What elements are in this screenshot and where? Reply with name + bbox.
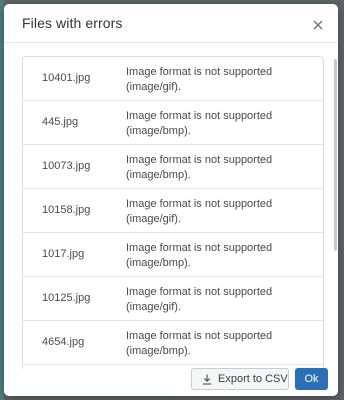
error-row: 10158.jpg Image format is not supported …: [23, 189, 323, 233]
error-row: 4654.jpg Image format is not supported (…: [23, 321, 323, 365]
error-row: 445.jpg Image format is not supported (i…: [23, 101, 323, 145]
list-scrollbar[interactable]: [334, 59, 337, 251]
error-row: 1017.jpg Image format is not supported (…: [23, 233, 323, 277]
error-row: 10125.jpg Image format is not supported …: [23, 277, 323, 321]
error-message: Image format is not supported (image/bmp…: [126, 110, 273, 137]
error-file-name: 10125.jpg: [42, 292, 91, 304]
error-file-name: 4654.jpg: [42, 336, 85, 348]
error-file-name: 1017.jpg: [42, 248, 85, 260]
error-row: 10401.jpg Image format is not supported …: [23, 57, 323, 101]
error-file-name: 10073.jpg: [42, 160, 91, 172]
error-list: 10401.jpg Image format is not supported …: [22, 56, 324, 369]
export-csv-button[interactable]: Export to CSV: [191, 368, 289, 390]
error-file-name: 10401.jpg: [42, 72, 91, 84]
error-message: Image format is not supported (image/gif…: [126, 66, 273, 93]
dialog-title: Files with errors: [22, 15, 123, 31]
error-message: Image format is not supported (image/gif…: [126, 198, 273, 225]
files-with-errors-dialog: Files with errors 10401.jpg Image format…: [4, 4, 338, 396]
dialog-footer: Export to CSV Ok: [4, 368, 338, 396]
download-icon: [202, 374, 212, 385]
export-csv-label: Export to CSV: [218, 373, 288, 385]
error-file-name: 445.jpg: [42, 116, 79, 128]
error-message: Image format is not supported (image/gif…: [126, 286, 273, 313]
dialog-header: Files with errors: [4, 4, 338, 43]
error-row: 10073.jpg Image format is not supported …: [23, 145, 323, 189]
error-message: Image format is not supported (image/bmp…: [126, 154, 273, 181]
error-message: Image format is not supported (image/bmp…: [126, 242, 273, 269]
error-message: Image format is not supported (image/bmp…: [126, 330, 273, 357]
close-icon[interactable]: [312, 18, 324, 30]
error-file-name: 10158.jpg: [42, 204, 91, 216]
ok-button[interactable]: Ok: [295, 368, 328, 390]
